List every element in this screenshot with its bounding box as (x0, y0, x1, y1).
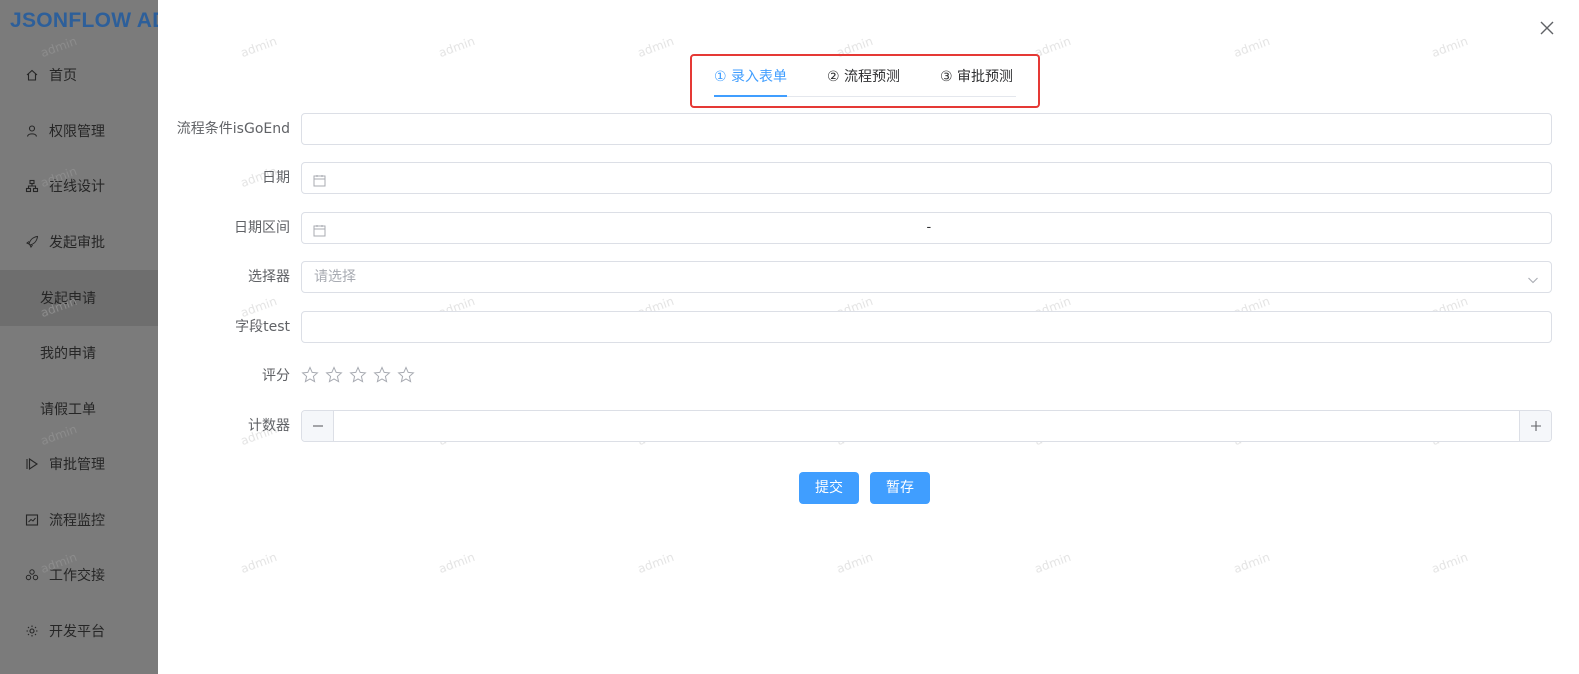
sidebar-item-dev-platform[interactable]: 开发平台 (0, 603, 160, 659)
watermark-text: admin (834, 549, 875, 577)
sidebar-item-label: 工作交接 (49, 568, 105, 584)
sidebar: JSONFLOW AD 首页 权限管理 在线设计 发起审批 发起申请 我的申请 … (0, 0, 160, 674)
sidebar-item-online-design[interactable]: 在线设计 (0, 158, 160, 214)
star-icon[interactable] (349, 366, 367, 384)
star-icon[interactable] (325, 366, 343, 384)
plus-icon (1530, 421, 1541, 431)
counter-input[interactable] (301, 410, 1552, 442)
date-range-label: 日期区间 (234, 220, 290, 236)
selector-placeholder: 请选择 (314, 269, 356, 285)
star-icon[interactable] (373, 366, 391, 384)
sidebar-item-label: 首页 (49, 68, 77, 84)
watermark-text: admin (1032, 549, 1073, 577)
minus-icon (312, 425, 323, 427)
date-label: 日期 (262, 170, 290, 186)
sidebar-item-label: 发起审批 (49, 235, 105, 251)
star-icon[interactable] (397, 366, 415, 384)
sidebar-item-home[interactable]: 首页 (0, 47, 160, 103)
step-approval-prediction[interactable]: ③ 审批预测 (940, 68, 1013, 96)
form-row-flow-condition: 流程条件isGoEnd (158, 112, 1579, 146)
watermark-text: admin (1429, 549, 1470, 577)
form-row-field-test: 字段test (158, 310, 1579, 344)
monitor-icon (25, 513, 39, 527)
flow-condition-label: 流程条件isGoEnd (176, 121, 290, 137)
rocket-icon (25, 235, 39, 249)
counter-label: 计数器 (248, 418, 290, 434)
selector-dropdown[interactable]: 请选择 (301, 261, 1552, 293)
form-row-date-range: 日期区间 - (158, 211, 1579, 245)
star-icon[interactable] (301, 366, 319, 384)
save-draft-button[interactable]: 暂存 (870, 472, 930, 504)
sidebar-item-label: 在线设计 (49, 179, 105, 195)
gear-icon (25, 624, 39, 638)
sidebar-item-permissions[interactable]: 权限管理 (0, 103, 160, 159)
brand-logo-text: JSONFLOW AD (10, 9, 160, 32)
rating-stars (301, 366, 415, 384)
date-range-separator: - (926, 220, 932, 235)
user-icon (25, 124, 39, 138)
date-range-picker[interactable]: - (301, 212, 1552, 244)
selector-label: 选择器 (248, 269, 290, 285)
handover-icon (25, 568, 39, 582)
sidebar-subitem-apply[interactable]: 发起申请 (0, 270, 160, 326)
sidebar-item-flow-monitor[interactable]: 流程监控 (0, 492, 160, 548)
sidebar-subitem-my-applications[interactable]: 我的申请 (0, 325, 160, 381)
watermark-text: admin (1231, 33, 1272, 61)
submit-button[interactable]: 提交 (799, 472, 859, 504)
play-icon (25, 457, 39, 471)
sidebar-subitem-leave-orders[interactable]: 请假工单 (0, 381, 160, 437)
watermark-text: admin (238, 33, 279, 61)
date-picker[interactable] (301, 162, 1552, 194)
form-row-selector: 选择器 请选择 (158, 260, 1579, 294)
calendar-icon (313, 222, 326, 237)
watermark-text: admin (436, 549, 477, 577)
watermark-text: admin (436, 33, 477, 61)
sidebar-item-label: 请假工单 (40, 402, 96, 418)
rating-label: 评分 (262, 368, 290, 384)
form-row-date: 日期 (158, 161, 1579, 195)
close-icon (1540, 21, 1554, 35)
watermark-text: admin (635, 549, 676, 577)
app-root: JSONFLOW AD 首页 权限管理 在线设计 发起审批 发起申请 我的申请 … (0, 0, 1579, 674)
form-row-rating: 评分 (158, 359, 1579, 393)
decrement-button[interactable] (302, 411, 334, 441)
field-test-input[interactable] (301, 311, 1552, 343)
sidebar-item-label: 开发平台 (49, 624, 105, 640)
close-button[interactable] (1537, 18, 1557, 38)
watermark-text: admin (238, 549, 279, 577)
sidebar-item-label: 审批管理 (49, 457, 105, 473)
sidebar-item-label: 发起申请 (40, 291, 96, 307)
watermark-text: admin (1231, 549, 1272, 577)
form-row-counter: 计数器 (158, 409, 1579, 443)
sidebar-item-approval-management[interactable]: 审批管理 (0, 436, 160, 492)
step-flow-prediction[interactable]: ② 流程预测 (827, 68, 900, 96)
sidebar-item-label: 我的申请 (40, 346, 96, 362)
watermark-text: admin (1429, 33, 1470, 61)
step-enter-form[interactable]: ① 录入表单 (714, 68, 788, 97)
increment-button[interactable] (1519, 411, 1551, 441)
field-test-label: 字段test (235, 319, 290, 335)
sidebar-item-label: 权限管理 (49, 124, 105, 140)
calendar-icon (313, 172, 326, 187)
sidebar-item-label: 流程监控 (49, 513, 105, 529)
sidebar-item-handover[interactable]: 工作交接 (0, 547, 160, 603)
sidebar-item-start-approval[interactable]: 发起审批 (0, 214, 160, 270)
apply-drawer: admin admin admin admin admin admin admi… (158, 0, 1579, 674)
flow-condition-input[interactable] (301, 113, 1552, 145)
org-chart-icon (25, 179, 39, 193)
watermark-text: admin (635, 33, 676, 61)
home-icon (25, 68, 39, 82)
chevron-down-icon (1527, 271, 1539, 284)
